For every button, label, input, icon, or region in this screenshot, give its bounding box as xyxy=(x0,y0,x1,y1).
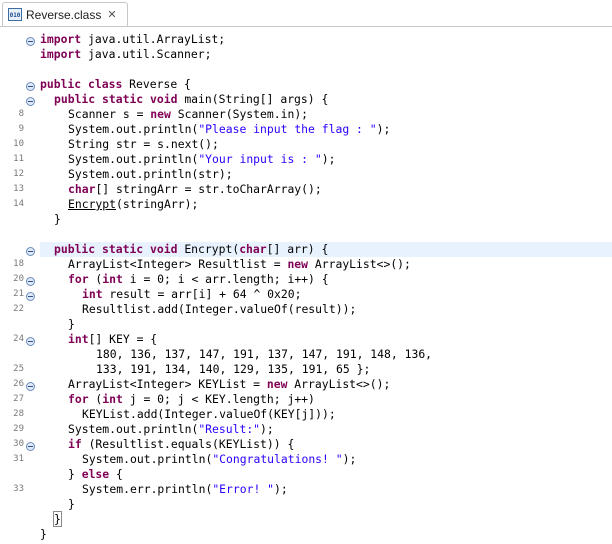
line-number: 18 xyxy=(13,259,24,269)
line-number: 12 xyxy=(13,169,24,179)
line-number: 13 xyxy=(13,184,24,194)
code-line: System.out.println(str); xyxy=(68,167,233,181)
line-number: 11 xyxy=(13,154,24,164)
code-line: Scanner s = new Scanner(System.in); xyxy=(68,107,309,121)
fold-toggle-icon[interactable] xyxy=(26,97,35,106)
code-line: } xyxy=(53,511,62,527)
fold-toggle-icon[interactable] xyxy=(26,337,35,346)
code-line: } xyxy=(54,212,61,226)
line-number: 22 xyxy=(13,304,24,314)
line-number: 8 xyxy=(18,109,24,119)
code-line: System.out.println("Result:"); xyxy=(68,422,274,436)
code-line: System.out.println("Congratulations! "); xyxy=(82,452,357,466)
fold-toggle-icon[interactable] xyxy=(26,292,35,301)
bracket-match-marker: } xyxy=(53,511,62,527)
code-line: Encrypt(stringArr); xyxy=(68,197,199,211)
code-line: } xyxy=(68,497,75,511)
line-number: 31 xyxy=(13,454,24,464)
code-line: } xyxy=(40,527,47,541)
encrypt-call-link[interactable]: Encrypt xyxy=(68,197,116,211)
fold-toggle-icon[interactable] xyxy=(26,277,35,286)
code-line: } else { xyxy=(68,467,123,481)
line-number: 9 xyxy=(18,124,24,134)
code-line: String str = s.next(); xyxy=(68,137,219,151)
line-number: 10 xyxy=(13,139,24,149)
fold-toggle-icon[interactable] xyxy=(26,442,35,451)
line-number: 26 xyxy=(13,379,24,389)
code-line: if (Resultlist.equals(KEYList)) { xyxy=(68,437,295,451)
line-number: 21 xyxy=(13,289,24,299)
editor-gutter: 8 9 10 11 12 13 14 18 20 21 22 24 25 26 … xyxy=(0,28,38,544)
fold-toggle-icon[interactable] xyxy=(26,82,35,91)
code-line: int result = arr[i] + 64 ^ 0x20; xyxy=(82,287,302,301)
code-line: 180, 136, 137, 147, 191, 137, 147, 191, … xyxy=(96,347,433,361)
line-number: 33 xyxy=(13,484,24,494)
fold-toggle-icon[interactable] xyxy=(26,37,35,46)
code-line: int[] KEY = { xyxy=(68,332,158,346)
code-line: public static void main(String[] args) { xyxy=(54,92,329,106)
code-line: System.err.println("Error! "); xyxy=(82,482,288,496)
line-number: 14 xyxy=(13,199,24,209)
code-line: for (int i = 0; i < arr.length; i++) { xyxy=(68,272,329,286)
tab-reverse-class[interactable]: 010 Reverse.class ✕ xyxy=(2,2,128,26)
line-number: 20 xyxy=(13,274,24,284)
line-number: 25 xyxy=(13,364,24,374)
line-number: 28 xyxy=(13,409,24,419)
class-file-icon: 010 xyxy=(8,8,22,21)
code-line: for (int j = 0; j < KEY.length; j++) xyxy=(68,392,315,406)
code-line: 133, 191, 134, 140, 129, 135, 191, 65 }; xyxy=(96,362,371,376)
code-line: System.out.println("Please input the fla… xyxy=(68,122,391,136)
code-line: ArrayList<Integer> Resultlist = new Arra… xyxy=(68,257,411,271)
line-number: 27 xyxy=(13,394,24,404)
fold-toggle-icon[interactable] xyxy=(26,382,35,391)
line-number: 29 xyxy=(13,424,24,434)
code-line: System.out.println("Your input is : "); xyxy=(68,152,336,166)
line-number: 30 xyxy=(13,439,24,449)
code-line: } xyxy=(68,317,75,331)
code-line: Resultlist.add(Integer.valueOf(result)); xyxy=(82,302,357,316)
line-number: 24 xyxy=(13,334,24,344)
code-line: import java.util.Scanner; xyxy=(40,47,212,61)
close-icon[interactable]: ✕ xyxy=(107,8,116,21)
code-editor[interactable]: import java.util.ArrayList; import java.… xyxy=(40,28,612,544)
code-line: public static void Encrypt(char[] arr) { xyxy=(54,242,329,256)
code-line: public class Reverse { xyxy=(40,77,191,91)
code-line: ArrayList<Integer> KEYList = new ArrayLi… xyxy=(68,377,391,391)
fold-toggle-icon[interactable] xyxy=(26,247,35,256)
code-line: import java.util.ArrayList; xyxy=(40,32,226,46)
code-line: KEYList.add(Integer.valueOf(KEY[j])); xyxy=(82,407,336,421)
editor-tab-bar: 010 Reverse.class ✕ xyxy=(0,0,612,27)
tab-label: Reverse.class xyxy=(26,7,102,22)
code-line: char[] stringArr = str.toCharArray(); xyxy=(68,182,322,196)
